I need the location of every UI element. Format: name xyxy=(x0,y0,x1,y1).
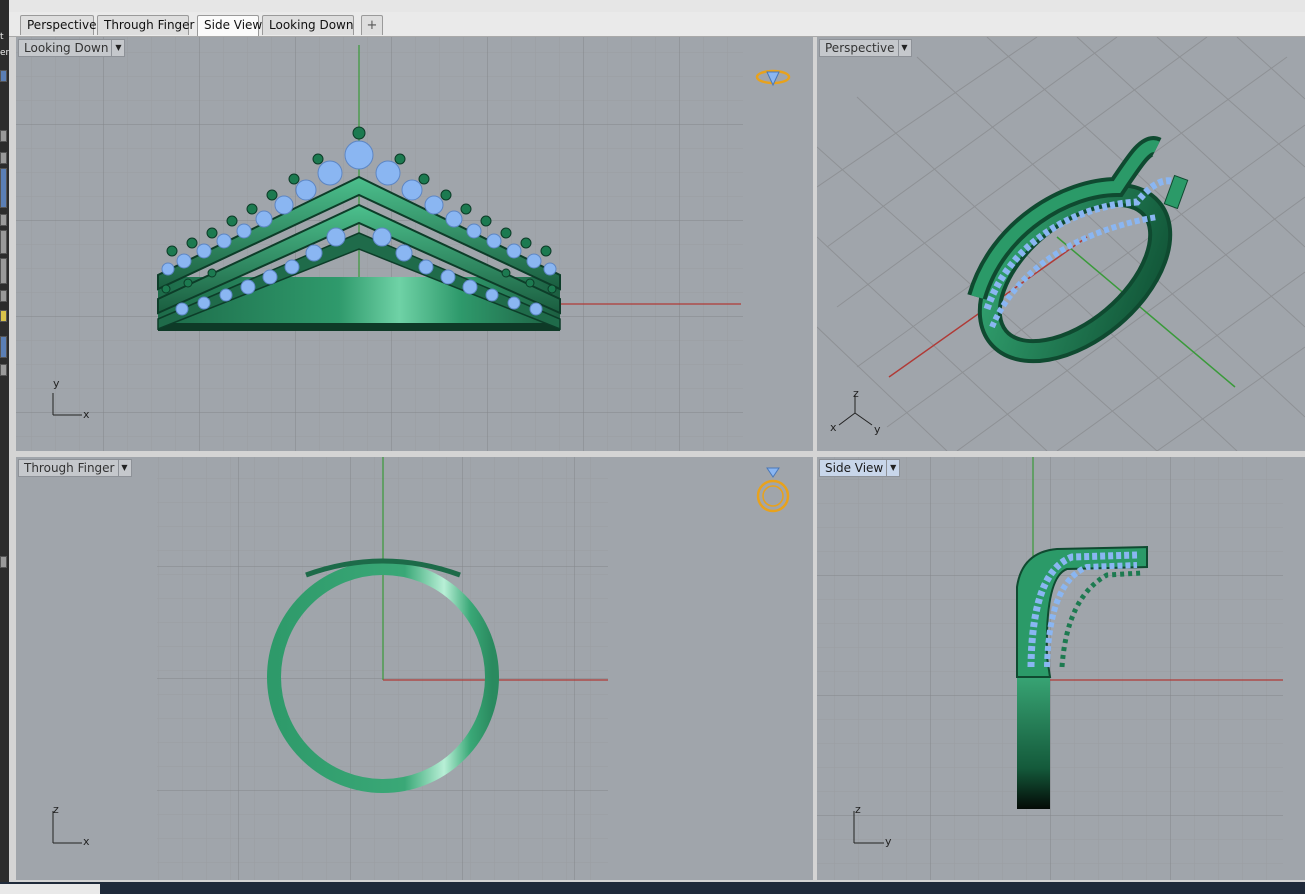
left-toolbar-button[interactable] xyxy=(0,152,7,164)
left-toolbar-button[interactable] xyxy=(0,70,7,82)
ring-gizmo-icon xyxy=(756,467,790,513)
axis-label-y: y xyxy=(874,423,881,436)
viewport-through-finger[interactable]: Through Finger ▼ z x xyxy=(16,457,813,880)
viewport-label-side-view[interactable]: Side View ▼ xyxy=(819,459,901,477)
viewport-menu-dropdown-icon[interactable]: ▼ xyxy=(886,460,899,476)
left-toolbar-button[interactable] xyxy=(0,336,7,358)
tab-through-finger[interactable]: Through Finger xyxy=(97,15,195,35)
viewport-canvas xyxy=(817,37,1305,451)
axis-label-z: z xyxy=(53,803,59,816)
viewport-menu-dropdown-icon[interactable]: ▼ xyxy=(897,40,911,56)
tab-looking-down[interactable]: Looking Down xyxy=(262,15,354,35)
viewport-title: Looking Down xyxy=(24,41,109,55)
axis-label-y: y xyxy=(53,377,60,390)
left-toolbar-button[interactable] xyxy=(0,364,7,376)
axis-label-z: z xyxy=(853,387,859,400)
left-toolbar-button[interactable] xyxy=(0,130,7,142)
viewport-title: Side View xyxy=(825,461,884,475)
left-toolbar-button[interactable] xyxy=(0,290,7,302)
tab-perspective[interactable]: Perspective xyxy=(20,15,97,35)
viewport-canvas xyxy=(817,457,1283,880)
viewport-tab-bar: Perspective Through Finger Side View Loo… xyxy=(9,12,1305,37)
viewport-title: Perspective xyxy=(825,41,895,55)
left-toolbar: t er xyxy=(0,0,9,894)
axis-label-x: x xyxy=(83,835,90,848)
taskbar-strip xyxy=(0,882,1305,894)
left-toolbar-button[interactable] xyxy=(0,230,7,254)
viewport-label-through-finger[interactable]: Through Finger ▼ xyxy=(18,459,132,477)
taskbar-segment xyxy=(0,884,100,894)
axis-label-x: x xyxy=(83,408,90,421)
viewport-side-view[interactable]: Side View ▼ z y xyxy=(817,457,1305,880)
viewport-label-looking-down[interactable]: Looking Down ▼ xyxy=(18,39,126,57)
tab-side-view[interactable]: Side View xyxy=(197,15,262,36)
viewport-perspective[interactable]: Perspective ▼ z x y xyxy=(817,37,1305,451)
viewport-canvas xyxy=(16,37,791,451)
add-tab-button[interactable]: + xyxy=(361,15,383,35)
viewport-menu-dropdown-icon[interactable]: ▼ xyxy=(117,460,131,476)
viewport-menu-dropdown-icon[interactable]: ▼ xyxy=(111,40,124,56)
left-toolbar-text: t xyxy=(0,32,4,42)
left-toolbar-button[interactable] xyxy=(0,214,7,226)
ring-gizmo-icon xyxy=(755,69,791,87)
viewport-looking-down[interactable]: Looking Down ▼ y x xyxy=(16,37,813,451)
ring-model xyxy=(967,136,1189,364)
axis-label-x: x xyxy=(830,421,837,434)
axis-label-y: y xyxy=(885,835,892,848)
axis-label-z: z xyxy=(855,803,861,816)
left-toolbar-button[interactable] xyxy=(0,556,7,568)
viewport-label-perspective[interactable]: Perspective ▼ xyxy=(819,39,912,57)
left-toolbar-button[interactable] xyxy=(0,168,7,208)
left-toolbar-button[interactable] xyxy=(0,258,7,284)
viewport-canvas xyxy=(52,457,790,880)
left-toolbar-text: er xyxy=(0,48,10,58)
left-toolbar-button[interactable] xyxy=(0,310,7,322)
viewport-title: Through Finger xyxy=(24,461,115,475)
